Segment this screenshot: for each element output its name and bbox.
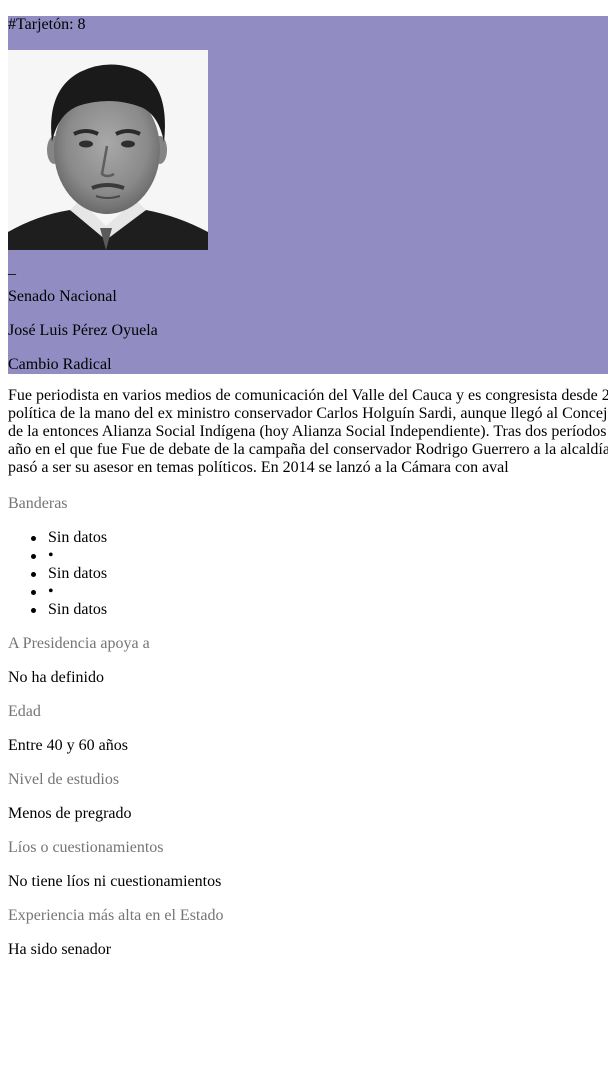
bullet-icon: [31, 572, 36, 577]
bullet-icon: [31, 590, 36, 595]
flag-item: •: [48, 583, 54, 600]
flags-label: Banderas: [8, 495, 68, 512]
candidate-header: #Tarjetón: 8 _ Senado Nacional José Luis…: [8, 16, 608, 374]
flag-item: Sin datos: [48, 601, 108, 618]
bio-line: Fue periodista en varios medios de comun…: [8, 387, 608, 404]
flag-item: •: [48, 547, 54, 564]
chamber-label: Senado Nacional: [8, 288, 117, 305]
list-item: •: [8, 547, 107, 565]
education-value: Menos de pregrado: [8, 805, 132, 822]
bio-line: pasó a ser su asesor en temas políticos.…: [8, 459, 509, 476]
bio-line: política de la mano del ex ministro cons…: [8, 405, 608, 422]
flag-item: Sin datos: [48, 565, 108, 582]
candidate-name: José Luis Pérez Oyuela: [8, 322, 158, 339]
bullet-icon: [31, 554, 36, 559]
separator: _: [8, 260, 16, 277]
bullet-icon: [31, 608, 36, 613]
bio-line: año en el que fue Fue de debate de la ca…: [8, 441, 608, 458]
candidate-bio: Fue periodista en varios medios de comun…: [8, 387, 608, 477]
age-label: Edad: [8, 703, 41, 720]
issues-label: Líos o cuestionamientos: [8, 839, 164, 856]
education-label: Nivel de estudios: [8, 771, 120, 788]
age-value: Entre 40 y 60 años: [8, 737, 128, 754]
list-item: Sin datos: [8, 565, 107, 583]
party-name: Cambio Radical: [8, 356, 112, 373]
flags-list: Sin datos • Sin datos • Sin datos: [8, 529, 107, 619]
presidency-label: A Presidencia apoya a: [8, 635, 150, 652]
list-item: Sin datos: [8, 529, 107, 547]
bio-line: de la entonces Alianza Social Indígena (…: [8, 423, 607, 440]
flag-item: Sin datos: [48, 529, 108, 546]
list-item: Sin datos: [8, 601, 107, 619]
list-item: •: [8, 583, 107, 601]
experience-label: Experiencia más alta en el Estado: [8, 907, 224, 924]
ballot-number: #Tarjetón: 8: [8, 16, 86, 33]
issues-value: No tiene líos ni cuestionamientos: [8, 873, 222, 890]
experience-value: Ha sido senador: [8, 941, 112, 958]
candidate-photo: [8, 50, 208, 250]
bullet-icon: [31, 536, 36, 541]
presidency-value: No ha definido: [8, 669, 104, 686]
